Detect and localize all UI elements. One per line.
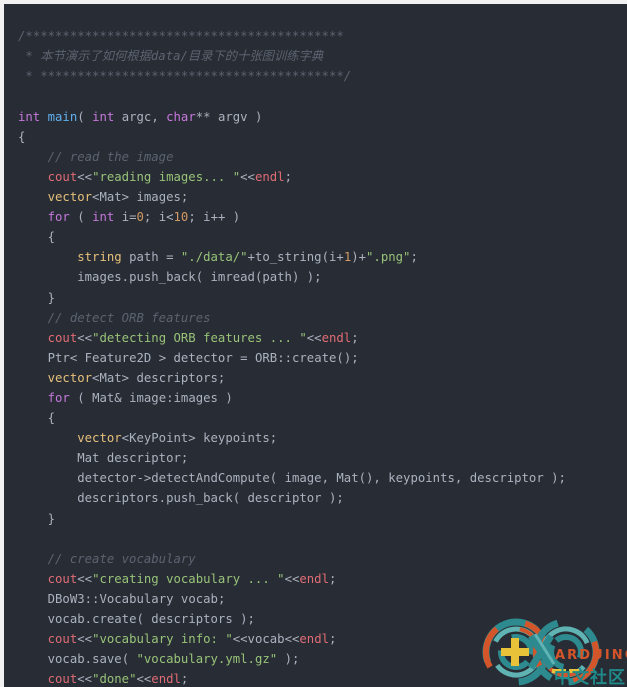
code-line: DBoW3::Vocabulary vocab; — [47, 591, 226, 606]
code-screenshot: /***************************************… — [0, 0, 627, 687]
code-line: cout<<"vocabulary info: "<<vocab<<endl; — [47, 632, 337, 647]
code-line: // read the image — [47, 149, 174, 164]
code-editor-surface[interactable]: /***************************************… — [4, 4, 627, 687]
code-line: images.push_back( imread(path) ); — [77, 270, 322, 285]
code-line: for ( Mat& image:images ) — [47, 390, 233, 405]
code-line: * **************************************… — [18, 69, 352, 84]
code-line: for ( int i=0; i<10; i++ ) — [47, 210, 241, 225]
code-line: string path = "./data/"+to_string(i+1)+"… — [77, 250, 418, 265]
code-line: Mat descriptor; — [77, 451, 189, 466]
code-line: Ptr< Feature2D > detector = ORB::create(… — [47, 350, 359, 365]
code-line: vocab.create( descriptors ); — [47, 612, 255, 627]
code-line: cout<<"done"<<endl; — [47, 672, 189, 687]
code-line: { — [18, 129, 26, 144]
code-line: } — [47, 290, 56, 305]
code-line: // create vocabulary — [47, 551, 196, 566]
code-line: descriptors.push_back( descriptor ); — [77, 491, 344, 506]
code-line: vocab.save( "vocabulary.yml.gz" ); — [47, 652, 300, 667]
code-line: /***************************************… — [18, 29, 344, 44]
code-line: detector->detectAndCompute( image, Mat()… — [77, 471, 566, 486]
code-line: vector<Mat> images; — [47, 190, 189, 205]
code-line: { — [47, 230, 56, 245]
code-line: vector<KeyPoint> keypoints; — [77, 431, 278, 446]
code-line: cout<<"reading images... "<<endl; — [47, 169, 292, 184]
code-line: // detect ORB features — [47, 310, 211, 325]
source-code-block[interactable]: /***************************************… — [18, 26, 627, 687]
code-line: * 本节演示了如何根据data/目录下的十张图训练字典 — [18, 49, 324, 64]
code-line: cout<<"detecting ORB features ... "<<end… — [47, 330, 359, 345]
code-line: } — [47, 511, 56, 526]
code-line: vector<Mat> descriptors; — [47, 370, 226, 385]
code-line: cout<<"creating vocabulary ... "<<endl; — [47, 571, 337, 586]
code-line: int main( int argc, char** argv ) — [18, 109, 263, 124]
code-line: { — [47, 411, 56, 426]
